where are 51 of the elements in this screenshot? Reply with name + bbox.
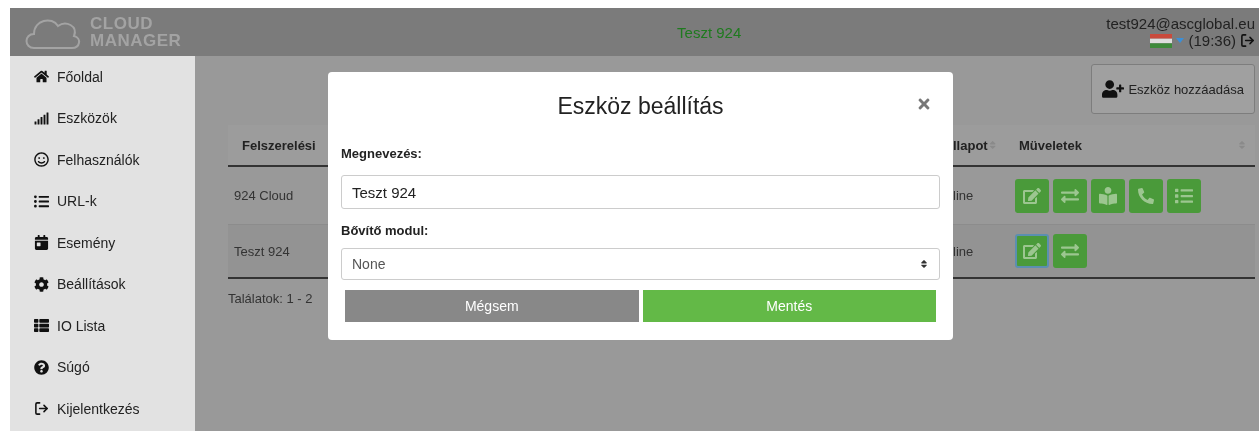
field-label: Megnevezés: xyxy=(341,146,423,161)
module-select[interactable]: None xyxy=(341,248,940,280)
list-button[interactable] xyxy=(1167,178,1201,213)
sidebar-item[interactable]: URL-k xyxy=(34,180,195,222)
reader-button[interactable] xyxy=(1091,178,1125,213)
user-plus-icon xyxy=(1102,78,1125,100)
gear-icon xyxy=(34,276,49,292)
help-icon xyxy=(34,359,49,375)
phone-button[interactable] xyxy=(1129,178,1163,213)
arrows-icon xyxy=(1061,242,1079,260)
field-label: Bővítő modul: xyxy=(341,223,430,238)
name-input-field[interactable]: Teszt 924 xyxy=(341,175,940,209)
cancel-button[interactable]: Mégsem xyxy=(345,290,639,322)
edit-button[interactable] xyxy=(1015,178,1049,213)
list-icon xyxy=(34,318,49,334)
list-icon xyxy=(1175,186,1193,205)
edit-icon xyxy=(1023,186,1041,205)
home-icon xyxy=(34,69,49,85)
calendar-icon xyxy=(34,235,49,251)
phone-icon xyxy=(1138,187,1154,204)
arrows-icon xyxy=(1061,186,1079,205)
sort-icon xyxy=(919,259,929,269)
list-icon xyxy=(34,193,49,209)
caret-icon[interactable] xyxy=(1176,38,1185,43)
edit-icon xyxy=(1023,242,1041,260)
sidebar-item[interactable]: Főoldal xyxy=(34,56,195,98)
bar-chart-icon xyxy=(34,110,49,126)
edit-button[interactable] xyxy=(1015,234,1049,268)
results-count: Találatok: 1 - 2 xyxy=(228,291,313,306)
exchange-button[interactable] xyxy=(1053,234,1087,268)
table-cell: line xyxy=(953,225,1005,279)
dialog-title: Eszköz beállítás xyxy=(557,92,724,120)
close-button[interactable] xyxy=(916,96,932,112)
face-icon xyxy=(34,152,49,168)
sidebar-item[interactable]: Kijelentkezés xyxy=(34,388,195,430)
session-time: (19:36) xyxy=(1188,32,1236,49)
sidebar-item[interactable]: Esemény xyxy=(34,222,195,264)
sidebar-item[interactable]: Felhasználók xyxy=(34,139,195,181)
sidebar-item[interactable]: IO Lista xyxy=(34,305,195,347)
flag-icon[interactable] xyxy=(1150,33,1173,48)
sidebar-item[interactable]: Beállítások xyxy=(34,263,195,305)
table-cell: Teszt 924 xyxy=(228,225,328,279)
sidebar-item[interactable]: Eszközök xyxy=(34,97,195,139)
page-title: Teszt 924 xyxy=(676,23,743,41)
add-device-button[interactable]: Eszköz hozzáadása xyxy=(1091,64,1255,114)
user-email: test924@ascglobal.eu xyxy=(1106,15,1255,32)
logout-icon[interactable] xyxy=(1240,33,1255,48)
reader-icon xyxy=(1099,186,1117,205)
exchange-button[interactable] xyxy=(1053,178,1087,213)
logout-icon xyxy=(34,401,49,417)
sidebar-item[interactable]: Súgó xyxy=(34,346,195,388)
